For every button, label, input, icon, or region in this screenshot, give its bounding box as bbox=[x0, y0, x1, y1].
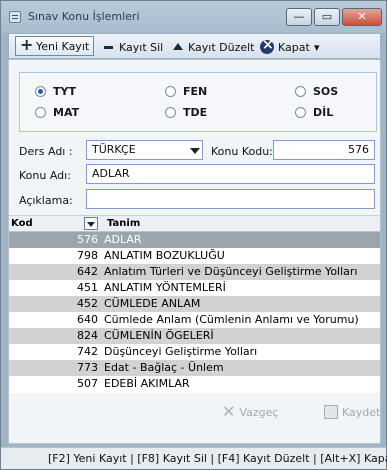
cancel-button[interactable]: ✕ Vazgeç bbox=[222, 402, 279, 421]
cell-kod: 798 bbox=[77, 249, 98, 262]
app-icon bbox=[9, 11, 21, 23]
cell-tanim: Anlatım Türleri ve Düşünceyi Geliştirme … bbox=[104, 265, 358, 278]
table-row[interactable]: 507 EDEBİ AKIMLAR bbox=[9, 376, 380, 392]
cell-kod: 742 bbox=[77, 345, 98, 358]
radio-tyt[interactable]: TYT bbox=[35, 85, 76, 98]
radio-dot bbox=[35, 107, 46, 118]
close-button[interactable]: Kapat bbox=[260, 37, 310, 56]
status-bar: [F2] Yeni Kayıt | [F8] Kayıt Sil | [F4] … bbox=[1, 447, 387, 469]
title-bar[interactable]: Sınav Konu İşlemleri — ▭ ✕ bbox=[1, 1, 386, 33]
column-header-tanim[interactable]: Tanim bbox=[107, 218, 140, 229]
close-circle-icon bbox=[260, 37, 274, 54]
toolbar: Yeni Kayıt Kayıt Sil Kayıt Düzelt Kapat … bbox=[8, 33, 381, 59]
radio-label-fen: FEN bbox=[183, 85, 208, 98]
radio-dot bbox=[295, 86, 306, 97]
subject-radio-group: TYT FEN SOS MAT TDE DİL bbox=[19, 72, 377, 132]
save-disk-icon bbox=[324, 405, 338, 419]
close-window-button[interactable]: ✕ bbox=[342, 8, 382, 26]
cell-kod: 452 bbox=[77, 297, 98, 310]
table-row[interactable]: 742 Düşünceyi Geliştirme Yolları bbox=[9, 344, 380, 360]
table-row[interactable]: 451 ANLATIM YÖNTEMLERİ bbox=[9, 280, 380, 296]
app-window: Sınav Konu İşlemleri — ▭ ✕ Yeni Kayıt Ka… bbox=[0, 0, 387, 470]
radio-dot bbox=[165, 86, 176, 97]
toolbar-overflow-button[interactable]: ▾ bbox=[314, 38, 320, 56]
radio-dot bbox=[295, 107, 306, 118]
cell-tanim: Edat - Bağlaç - Ünlem bbox=[104, 361, 224, 374]
topics-grid[interactable]: Kod Tanim 576 ADLAR 798 ANLATIM BOZUKLUĞU … bbox=[9, 215, 380, 393]
radio-label-mat: MAT bbox=[53, 106, 80, 119]
ders-adi-select[interactable]: TÜRKÇE bbox=[86, 140, 203, 160]
konu-adi-field[interactable]: ADLAR bbox=[86, 164, 375, 184]
cell-kod: 576 bbox=[77, 233, 98, 246]
main-panel: TYT FEN SOS MAT TDE DİL Ders Adı: TÜRKÇ… bbox=[8, 59, 381, 444]
radio-label-tde: TDE bbox=[183, 106, 208, 119]
grid-header: Kod Tanim bbox=[9, 216, 380, 232]
table-row[interactable]: 798 ANLATIM BOZUKLUĞU bbox=[9, 248, 380, 264]
shortcut-hints: [F2] Yeni Kayıt | [F8] Kayıt Sil | [F4] … bbox=[48, 452, 387, 465]
table-row[interactable]: 452 CÜMLEDE ANLAM bbox=[9, 296, 380, 312]
cancel-label: Vazgeç bbox=[239, 405, 279, 419]
cell-tanim: ANLATIM YÖNTEMLERİ bbox=[104, 281, 226, 294]
table-row[interactable]: 640 Cümlede Anlam (Cümlenin Anlamı ve Yor… bbox=[9, 312, 380, 328]
cell-kod: 824 bbox=[77, 329, 98, 342]
edit-record-label: Kayıt Düzelt bbox=[188, 40, 255, 54]
cell-kod: 773 bbox=[77, 361, 98, 374]
delete-record-button[interactable]: Kayıt Sil bbox=[103, 38, 163, 56]
radio-label-tyt: TYT bbox=[53, 85, 76, 98]
window-title: Sınav Konu İşlemleri bbox=[28, 10, 140, 23]
delete-record-label: Kayıt Sil bbox=[119, 40, 164, 54]
radio-dot bbox=[165, 107, 176, 118]
konu-kodu-label: Konu Kodu: bbox=[211, 145, 273, 158]
radio-dil[interactable]: DİL bbox=[295, 106, 333, 119]
save-label: Kaydet bbox=[342, 405, 381, 419]
cell-tanim: CÜMLEDE ANLAM bbox=[104, 297, 201, 310]
cell-tanim: CÜMLENİN ÖGELERİ bbox=[104, 329, 214, 342]
radio-dot-checked bbox=[35, 86, 46, 97]
cell-kod: 642 bbox=[77, 265, 98, 278]
konu-kodu-field[interactable]: 576 bbox=[273, 140, 375, 160]
maximize-button[interactable]: ▭ bbox=[314, 8, 340, 26]
radio-mat[interactable]: MAT bbox=[35, 106, 79, 119]
radio-label-sos: SOS bbox=[313, 85, 339, 98]
ders-adi-label: Ders Adı : bbox=[19, 145, 73, 158]
cell-tanim: EDEBİ AKIMLAR bbox=[104, 377, 190, 390]
ders-adi-value: TÜRKÇE bbox=[92, 143, 136, 156]
new-record-label: Yeni Kayıt bbox=[36, 39, 90, 53]
aciklama-label: Açıklama: bbox=[19, 194, 73, 207]
chevron-down-icon[interactable] bbox=[190, 148, 200, 154]
table-row[interactable]: 773 Edat - Bağlaç - Ünlem bbox=[9, 360, 380, 376]
cell-kod: 507 bbox=[77, 377, 98, 390]
table-row[interactable]: 642 Anlatım Türleri ve Düşünceyi Geliştir… bbox=[9, 264, 380, 280]
table-row[interactable]: 576 ADLAR bbox=[9, 232, 380, 248]
chevron-down-icon: ▾ bbox=[314, 40, 320, 54]
sort-dropdown-icon[interactable] bbox=[84, 217, 98, 230]
konu-adi-label: Konu Adı: bbox=[19, 169, 71, 182]
edit-record-button[interactable]: Kayıt Düzelt bbox=[172, 38, 255, 56]
new-record-button[interactable]: Yeni Kayıt bbox=[15, 35, 95, 56]
aciklama-field[interactable] bbox=[86, 189, 375, 209]
save-button[interactable]: Kaydet bbox=[324, 405, 380, 419]
table-row[interactable]: 824 CÜMLENİN ÖGELERİ bbox=[9, 328, 380, 344]
cell-kod: 640 bbox=[77, 313, 98, 326]
minimize-button[interactable]: — bbox=[286, 8, 312, 26]
cell-tanim: Cümlede Anlam (Cümlenin Anlamı ve Yorumu… bbox=[104, 313, 359, 326]
radio-fen[interactable]: FEN bbox=[165, 85, 207, 98]
cell-tanim: Düşünceyi Geliştirme Yolları bbox=[104, 345, 258, 358]
radio-tde[interactable]: TDE bbox=[165, 106, 207, 119]
cell-tanim: ANLATIM BOZUKLUĞU bbox=[104, 249, 225, 262]
cancel-x-icon: ✕ bbox=[222, 402, 236, 421]
cell-tanim: ADLAR bbox=[104, 233, 142, 246]
plus-icon bbox=[20, 35, 33, 54]
up-arrow-icon bbox=[172, 41, 184, 53]
radio-sos[interactable]: SOS bbox=[295, 85, 338, 98]
minus-icon bbox=[103, 41, 115, 53]
cell-kod: 451 bbox=[77, 281, 98, 294]
column-header-kod[interactable]: Kod bbox=[11, 218, 33, 229]
radio-label-dil: DİL bbox=[313, 106, 334, 119]
close-label: Kapat bbox=[278, 40, 310, 54]
